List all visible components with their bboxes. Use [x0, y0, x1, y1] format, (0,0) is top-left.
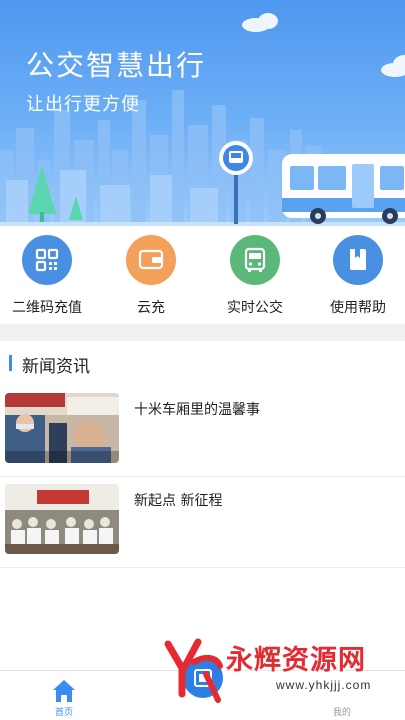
news-thumbnail [5, 393, 119, 463]
nav-mine-label: 我的 [332, 708, 351, 718]
wallet-icon [126, 235, 176, 285]
qr-recharge-label: 二维码充值 [12, 300, 82, 316]
bottom-nav: 首页 我的 [0, 655, 405, 720]
cloud-recharge-button[interactable]: 云充 [101, 235, 201, 321]
news-item[interactable]: 十米车厢里的温馨事 [0, 387, 405, 477]
section-divider [0, 324, 405, 341]
section-accent-bar [9, 355, 12, 371]
realtime-bus-button[interactable]: 实时公交 [205, 235, 305, 321]
banner-subtitle: 让出行更方便 [26, 94, 140, 115]
hero-banner: 公交智慧出行 让出行更方便 [0, 0, 405, 226]
nav-home-label: 首页 [54, 708, 73, 718]
qr-code-icon [22, 235, 72, 285]
news-section-title: 新闻资讯 [22, 357, 90, 377]
help-button[interactable]: 使用帮助 [308, 235, 405, 321]
banner-title: 公交智慧出行 [26, 49, 207, 82]
qr-recharge-button[interactable]: 二维码充值 [0, 235, 97, 321]
nav-home[interactable]: 首页 [24, 671, 104, 720]
help-label: 使用帮助 [330, 300, 386, 316]
help-book-icon [333, 235, 383, 285]
news-section-header: 新闻资讯 [0, 341, 405, 387]
bus-icon [230, 235, 280, 285]
news-headline: 十米车厢里的温馨事 [134, 402, 260, 418]
qr-scan-icon [194, 669, 212, 687]
cloud-recharge-label: 云充 [137, 300, 165, 316]
news-item[interactable]: 新起点 新征程 [0, 478, 405, 568]
realtime-bus-label: 实时公交 [227, 300, 283, 316]
news-headline: 新起点 新征程 [134, 493, 223, 509]
news-thumbnail [5, 484, 119, 554]
app-screen: 公交智慧出行 让出行更方便 二维码充值 云充 实时公交 使用帮助 新闻资讯 十米… [0, 0, 405, 720]
scan-pay-button[interactable] [180, 655, 226, 701]
nav-mine[interactable]: 我的 [302, 671, 382, 720]
quick-actions: 二维码充值 云充 实时公交 使用帮助 [0, 226, 405, 324]
